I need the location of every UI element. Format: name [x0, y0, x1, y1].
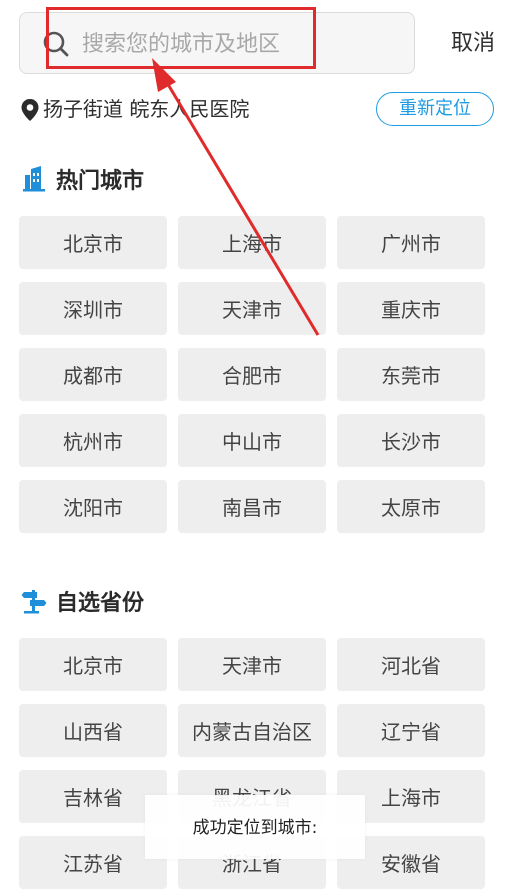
province-button[interactable]: 山西省 — [19, 704, 167, 757]
province-button[interactable]: 天津市 — [178, 638, 326, 691]
city-button[interactable]: 合肥市 — [178, 348, 326, 401]
search-bar: 取消 — [19, 12, 495, 76]
city-button[interactable]: 长沙市 — [337, 414, 485, 467]
city-button[interactable]: 沈阳市 — [19, 480, 167, 533]
city-button[interactable]: 北京市 — [19, 216, 167, 269]
building-icon — [23, 166, 45, 192]
city-button[interactable]: 中山市 — [178, 414, 326, 467]
city-button[interactable]: 太原市 — [337, 480, 485, 533]
city-button[interactable]: 深圳市 — [19, 282, 167, 335]
provinces-title: 自选省份 — [56, 591, 145, 616]
location-pin-icon — [21, 99, 39, 121]
province-button[interactable]: 河北省 — [337, 638, 485, 691]
provinces-heading: 自选省份 — [20, 584, 144, 618]
location-toast: 成功定位到城市: — [145, 795, 365, 859]
relocate-button[interactable]: 重新定位 — [376, 92, 494, 126]
province-button[interactable]: 辽宁省 — [337, 704, 485, 757]
search-icon — [43, 31, 69, 57]
city-button[interactable]: 成都市 — [19, 348, 167, 401]
province-button[interactable]: 内蒙古自治区 — [178, 704, 326, 757]
city-button[interactable]: 上海市 — [178, 216, 326, 269]
current-location-row: 扬子街道 皖东人民医院 重新定位 — [20, 92, 494, 128]
current-location-text: 扬子街道 皖东人民医院 — [43, 97, 250, 121]
search-input[interactable] — [82, 25, 382, 63]
city-button[interactable]: 广州市 — [337, 216, 485, 269]
city-button[interactable]: 南昌市 — [178, 480, 326, 533]
hot-cities-title: 热门城市 — [56, 169, 145, 194]
city-button[interactable]: 重庆市 — [337, 282, 485, 335]
city-select-page: 取消 扬子街道 皖东人民医院 重新定位 热门城市 北京市 上海市 广州市 深圳市… — [0, 0, 514, 895]
search-box[interactable] — [19, 12, 415, 74]
cancel-button[interactable]: 取消 — [451, 26, 495, 62]
city-button[interactable]: 东莞市 — [337, 348, 485, 401]
hot-cities-grid: 北京市 上海市 广州市 深圳市 天津市 重庆市 成都市 合肥市 东莞市 杭州市 … — [19, 216, 485, 533]
city-button[interactable]: 天津市 — [178, 282, 326, 335]
province-button[interactable]: 北京市 — [19, 638, 167, 691]
city-button[interactable]: 杭州市 — [19, 414, 167, 467]
signpost-icon — [21, 590, 47, 614]
hot-cities-heading: 热门城市 — [20, 162, 144, 196]
